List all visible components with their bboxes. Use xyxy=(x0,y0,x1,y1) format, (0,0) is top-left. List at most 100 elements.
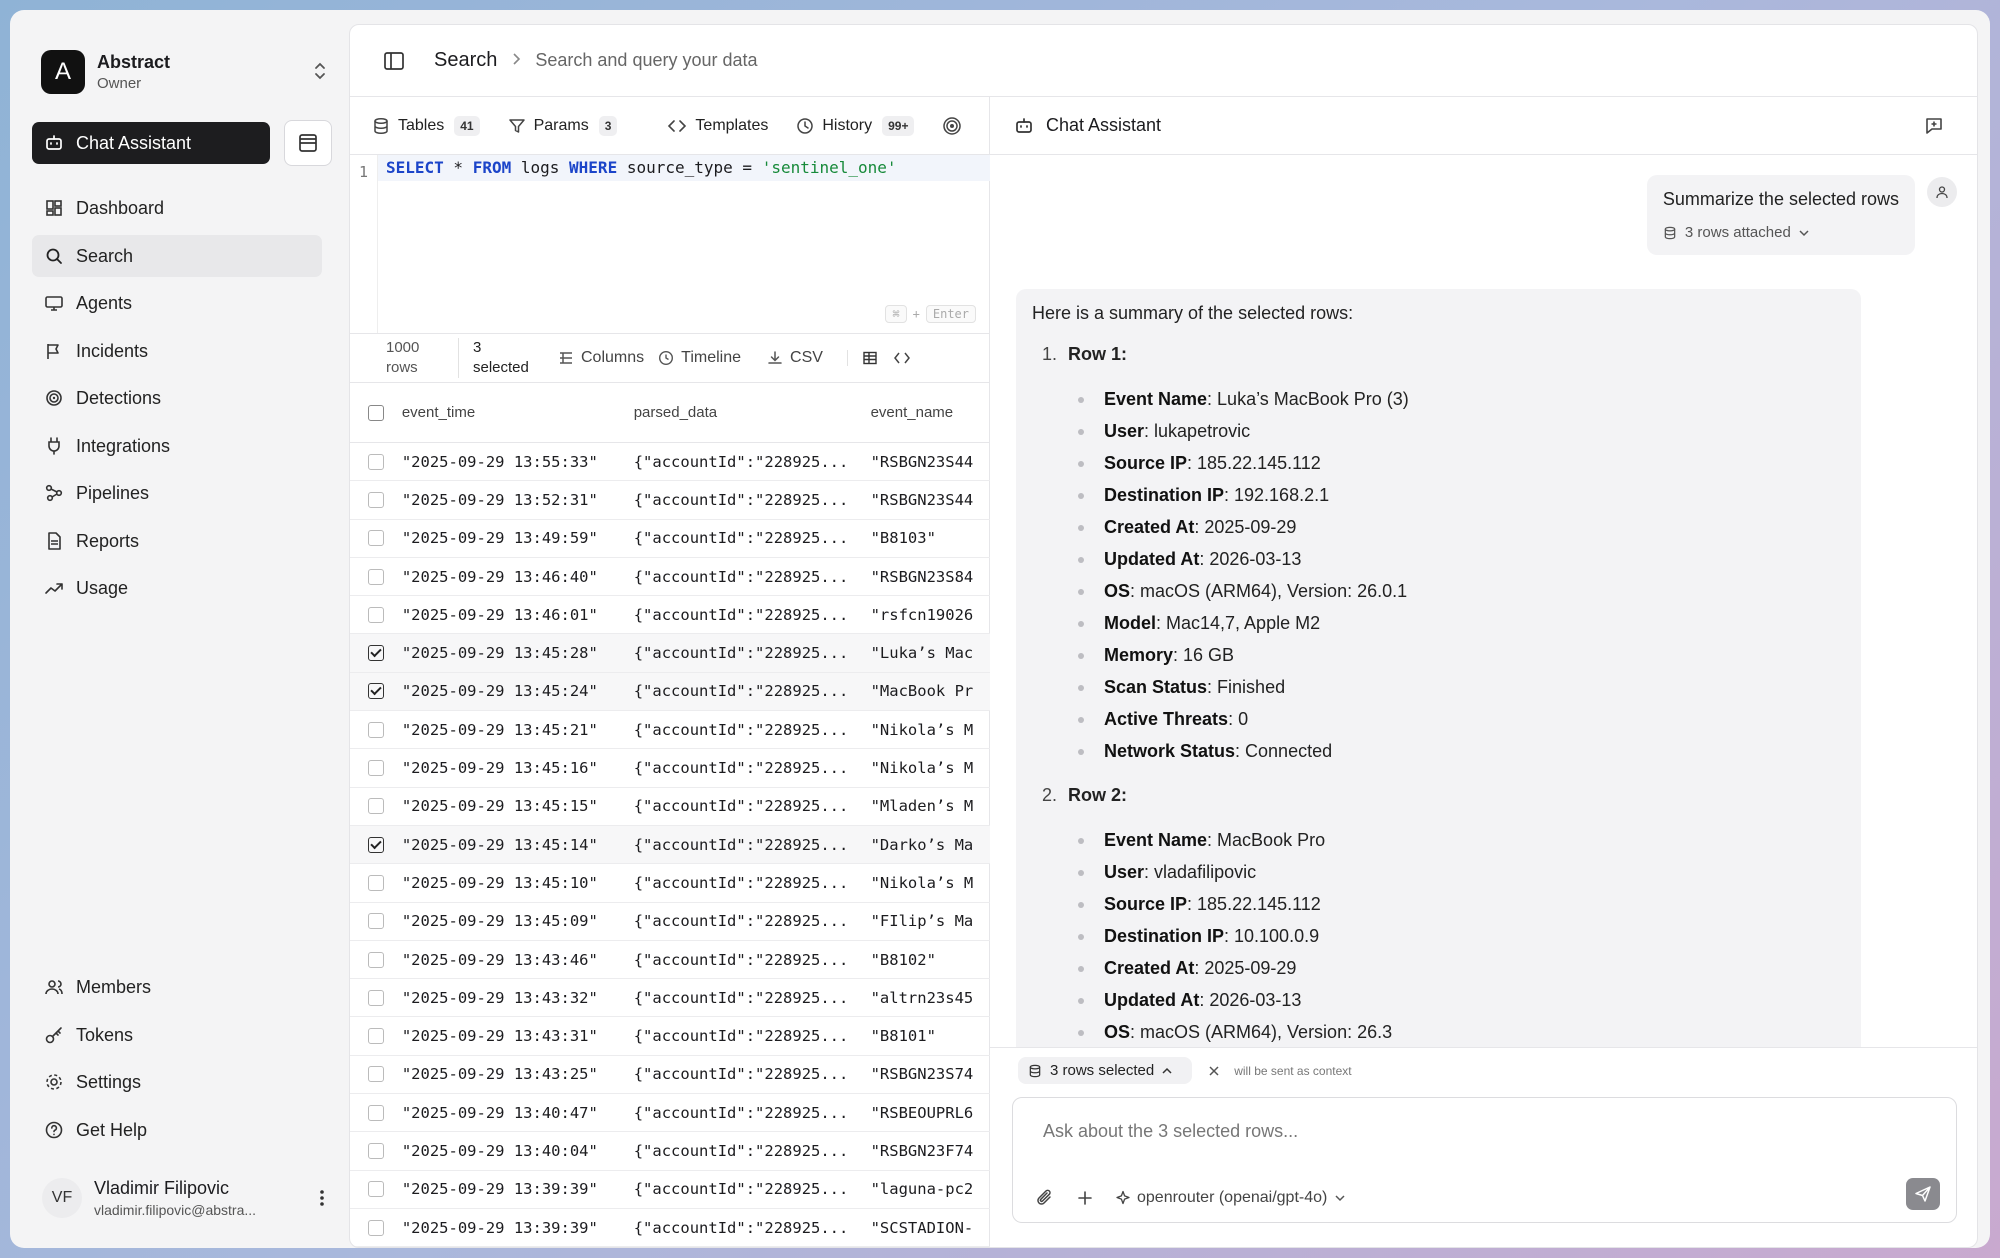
sidebar-item-usage[interactable]: Usage xyxy=(32,567,322,609)
row-checkbox[interactable] xyxy=(368,836,384,853)
row-checkbox[interactable] xyxy=(368,645,384,662)
row-checkbox[interactable] xyxy=(368,606,384,623)
cell-event-time: "2025-09-29 13:45:10" xyxy=(401,873,598,892)
breadcrumb-search[interactable]: Search xyxy=(434,49,497,72)
row-checkbox[interactable] xyxy=(368,491,384,508)
summary-row-title: 2. Row 2: xyxy=(1042,785,1845,806)
chat-assistant-button[interactable]: Chat Assistant xyxy=(32,122,270,164)
table-row[interactable]: "2025-09-29 13:55:33" {"accountId":"22892… xyxy=(350,443,990,482)
table-row[interactable]: "2025-09-29 13:45:24" {"accountId":"22892… xyxy=(350,672,990,712)
row-checkbox[interactable] xyxy=(368,453,384,470)
table-row[interactable]: "2025-09-29 13:45:15" {"accountId":"22892… xyxy=(350,788,990,826)
table-row[interactable]: "2025-09-29 13:43:32" {"accountId":"22892… xyxy=(350,979,990,1018)
user-profile[interactable]: VF Vladimir Filipovic vladimir.filipovic… xyxy=(42,1170,332,1226)
table-row[interactable]: "2025-09-29 13:45:21" {"accountId":"22892… xyxy=(350,711,990,750)
sidebar-item-incidents[interactable]: Incidents xyxy=(32,330,322,372)
table-row[interactable]: "2025-09-29 13:45:09" {"accountId":"22892… xyxy=(350,903,990,941)
row-checkbox[interactable] xyxy=(368,951,384,968)
attachment-chip[interactable]: 3 rows attached xyxy=(1663,224,1899,241)
row-checkbox[interactable] xyxy=(368,989,384,1006)
columns-button[interactable]: Columns xyxy=(558,349,644,367)
table-row[interactable]: "2025-09-29 13:49:59" {"accountId":"22892… xyxy=(350,520,990,558)
sidebar-item-dashboard[interactable]: Dashboard xyxy=(32,187,322,229)
row-checkbox[interactable] xyxy=(368,1104,384,1121)
column-header[interactable]: event_name xyxy=(871,404,990,421)
table-row[interactable]: "2025-09-29 13:52:31" {"accountId":"22892… xyxy=(350,481,990,520)
table-row[interactable]: "2025-09-29 13:45:28" {"accountId":"22892… xyxy=(350,634,990,673)
row-checkbox[interactable] xyxy=(368,760,384,777)
table-row[interactable]: "2025-09-29 13:43:25" {"accountId":"22892… xyxy=(350,1056,990,1095)
column-header[interactable]: event_time xyxy=(402,404,634,421)
table-row[interactable]: "2025-09-29 13:39:39" {"accountId":"22892… xyxy=(350,1171,990,1209)
table-row[interactable]: "2025-09-29 13:40:47" {"accountId":"22892… xyxy=(350,1094,990,1133)
table-row[interactable]: "2025-09-29 13:45:14" {"accountId":"22892… xyxy=(350,825,990,865)
column-header[interactable]: parsed_data xyxy=(634,404,871,421)
cell-event-time: "2025-09-29 13:45:09" xyxy=(401,912,598,931)
table-row[interactable]: "2025-09-29 13:43:31" {"accountId":"22892… xyxy=(350,1017,990,1056)
sidebar-item-tokens[interactable]: Tokens xyxy=(32,1014,322,1056)
send-button[interactable] xyxy=(1906,1178,1940,1210)
sidebar-item-search[interactable]: Search xyxy=(32,235,322,277)
row-checkbox[interactable] xyxy=(368,1219,384,1236)
table-view-button[interactable] xyxy=(846,350,885,366)
sql-query-line[interactable]: SELECT * FROM logs WHERE source_type = '… xyxy=(378,155,990,181)
sidebar-item-pipelines[interactable]: Pipelines xyxy=(32,472,322,514)
layout-toggle-button[interactable] xyxy=(284,120,332,166)
cell-parsed-data: {"accountId":"228925... xyxy=(633,835,849,854)
table-row[interactable]: "2025-09-29 13:46:40" {"accountId":"22892… xyxy=(350,558,990,597)
select-all-checkbox[interactable] xyxy=(368,404,384,421)
table-row[interactable]: "2025-09-29 13:45:16" {"accountId":"22892… xyxy=(350,749,990,788)
row-checkbox[interactable] xyxy=(368,1142,384,1159)
close-icon[interactable] xyxy=(1206,1063,1222,1079)
sidebar-item-detections[interactable]: Detections xyxy=(32,377,322,419)
workspace-switcher[interactable]: A Abstract Owner xyxy=(41,44,331,100)
row-checkbox[interactable] xyxy=(368,721,384,738)
fact-value: : lukapetrovic xyxy=(1144,421,1251,441)
sidebar-item-reports[interactable]: Reports xyxy=(32,520,322,562)
fact-value: : 185.22.145.112 xyxy=(1187,453,1321,473)
model-selector[interactable]: openrouter (openai/gpt-4o) xyxy=(1115,1189,1347,1207)
table-row[interactable]: "2025-09-29 13:39:39" {"accountId":"22892… xyxy=(350,1209,990,1247)
sidebar-item-settings[interactable]: Settings xyxy=(32,1061,322,1103)
templates-button[interactable]: Templates xyxy=(667,117,768,135)
cell-event-name: "MacBook Pr xyxy=(870,682,974,701)
new-chat-icon[interactable] xyxy=(1923,115,1945,137)
more-vertical-icon[interactable] xyxy=(312,1188,332,1209)
cell-event-name: "FIlip’s Ma xyxy=(870,912,974,931)
row-checkbox[interactable] xyxy=(368,683,384,700)
row-checkbox[interactable] xyxy=(368,874,384,891)
paperclip-icon[interactable] xyxy=(1035,1188,1055,1208)
row-checkbox[interactable] xyxy=(368,1028,384,1045)
json-view-button[interactable] xyxy=(893,350,918,366)
tables-button[interactable]: Tables 41 xyxy=(372,115,480,136)
plus-icon[interactable] xyxy=(1075,1188,1095,1208)
timeline-button[interactable]: Timeline xyxy=(658,349,741,367)
sidebar-item-integrations[interactable]: Integrations xyxy=(32,425,322,467)
table-row[interactable]: "2025-09-29 13:46:01" {"accountId":"22892… xyxy=(350,596,990,635)
table-row[interactable]: "2025-09-29 13:40:04" {"accountId":"22892… xyxy=(350,1132,990,1171)
target-icon xyxy=(943,116,962,135)
csv-export-button[interactable]: CSV xyxy=(767,349,823,367)
table-row[interactable]: "2025-09-29 13:45:10" {"accountId":"22892… xyxy=(350,864,990,903)
row-checkbox[interactable] xyxy=(368,798,384,815)
row-checkbox[interactable] xyxy=(368,913,384,930)
ai-query-button[interactable] xyxy=(942,116,970,136)
row-checkbox[interactable] xyxy=(368,530,384,547)
cell-parsed-data: {"accountId":"228925... xyxy=(633,490,849,509)
history-button[interactable]: History 99+ xyxy=(796,115,915,136)
params-button[interactable]: Params 3 xyxy=(508,115,618,136)
cell-parsed-data: {"accountId":"228925... xyxy=(633,1141,849,1160)
row-checkbox[interactable] xyxy=(368,1181,384,1198)
sidebar-item-members[interactable]: Members xyxy=(32,966,322,1008)
sql-editor[interactable]: 1 SELECT * FROM logs WHERE source_type =… xyxy=(350,155,990,333)
fact-key: Model xyxy=(1104,613,1156,633)
table-row[interactable]: "2025-09-29 13:43:46" {"accountId":"22892… xyxy=(350,941,990,980)
sidebar-item-agents[interactable]: Agents xyxy=(32,282,322,324)
context-chip[interactable]: 3 rows selected xyxy=(1018,1057,1193,1084)
row-checkbox[interactable] xyxy=(368,568,384,585)
sidebar-item-get-help[interactable]: Get Help xyxy=(32,1109,322,1151)
fact-key: OS xyxy=(1104,1022,1131,1042)
sidebar-toggle-icon[interactable] xyxy=(382,49,406,73)
row-checkbox[interactable] xyxy=(368,1066,384,1083)
chat-input[interactable] xyxy=(1043,1116,1903,1146)
